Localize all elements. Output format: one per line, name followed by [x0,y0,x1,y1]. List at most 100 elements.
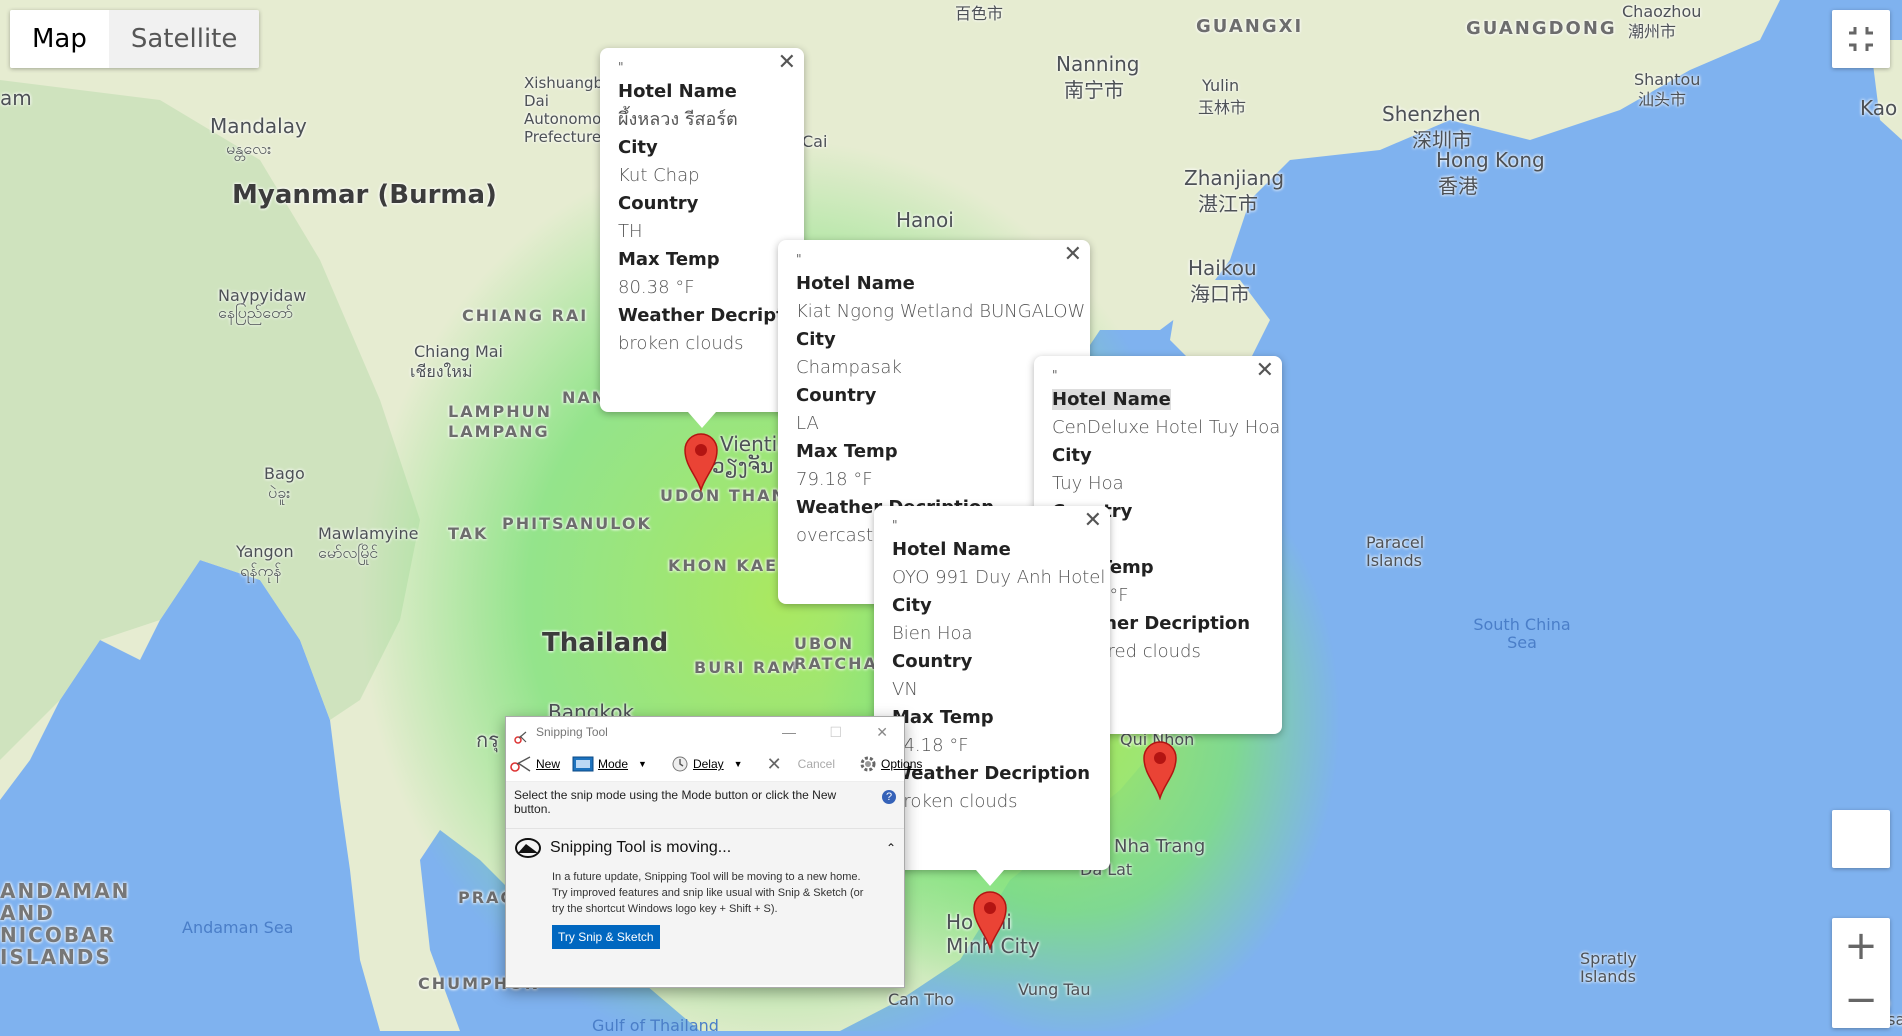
instructions-text: Select the snip mode using the Mode butt… [514,788,837,816]
map-type-satellite-button[interactable]: Satellite [108,10,260,68]
info-window: ✕ " Hotel Name OYO 991 Duy Anh Hotel Cit… [874,506,1110,870]
cancel-label: Cancel [797,757,836,771]
snip-sketch-icon [515,838,541,858]
city-label: 潮州市 [1628,22,1677,41]
city-label: City [618,137,658,158]
info-window-tail [976,870,1004,886]
clock-icon [672,756,688,772]
city-label: Vung Tau [1018,980,1091,999]
zoom-in-button[interactable]: + [1844,919,1878,973]
max-temp-label: Max Temp [796,441,898,462]
city-label: กรุ [476,728,499,752]
max-temp-value: 79.18 °F [796,469,873,490]
info-quote: " [796,252,802,266]
city-label: ວຽງຈັນ [712,454,774,478]
chevron-up-icon[interactable]: ⌃ [886,841,896,855]
max-temp-value: 80.38 °F [618,277,695,298]
close-icon[interactable]: ✕ [778,50,796,75]
map-marker-pin[interactable] [972,890,1008,950]
map-type-control: Map Satellite [10,10,260,68]
hotel-name-label: Hotel Name [1052,389,1171,410]
city-label: 百色市 [955,4,1004,23]
max-temp-label: Max Temp [892,707,994,728]
info-window-tail [1146,720,1174,736]
close-icon[interactable]: ✕ [1084,508,1102,533]
moving-body: In a future update, Snipping Tool will b… [552,871,864,915]
city-label: Mawlamyine [318,524,419,543]
country-label: Country [796,385,877,406]
scissors-icon [510,756,531,772]
region-label: BURI RAM [694,658,800,677]
city-label: เชียงใหม่ [410,362,473,381]
city-label: Nanning [1056,52,1140,76]
options-label: Options [881,757,923,771]
city-label: 湛江市 [1198,192,1258,216]
city-label: City [1052,445,1092,466]
hotel-name-value: Kiat Ngong Wetland BUNGALOW [796,301,1086,322]
weather-value: broken clouds [892,791,1018,812]
map-type-map-button[interactable]: Map [10,10,109,68]
hotel-name-value: OYO 991 Duy Anh Hotel [892,567,1106,588]
snipping-tool-titlebar[interactable]: Snipping Tool — ☐ ✕ [506,717,904,747]
info-quote: " [1052,368,1058,382]
hotel-name-label: Hotel Name [796,273,915,294]
city-label: Yangon [236,542,294,561]
country-label: Country [892,651,973,672]
city-label: နေပြည်တော် [218,303,294,322]
city-label: Mandalay [210,114,307,138]
water-label: Andaman Sea [182,918,294,937]
water-label: South China Sea [1473,615,1571,652]
country-label: Country [618,193,699,214]
region-label: TAK [448,524,489,543]
island-label: Spratly Islands [1580,949,1637,986]
mode-label: Mode [598,757,629,771]
zoom-out-button[interactable]: − [1844,973,1878,1027]
city-label: Cai [802,132,828,151]
help-icon[interactable]: ? [882,790,896,804]
new-button[interactable]: New [510,755,560,773]
region-label: LAMPHUN [448,402,552,421]
close-icon[interactable]: ✕ [1064,242,1082,267]
island-label: Paracel Islands [1366,533,1425,570]
fullscreen-button[interactable] [1832,10,1890,68]
mode-button[interactable]: Mode ▼ [572,756,659,772]
delay-button[interactable]: Delay ▼ [671,755,755,773]
new-label: New [536,757,561,771]
city-label: Chiang Mai [414,342,503,361]
city-label: ပဲခူး [268,483,291,502]
region-label: UBON RATCHATHANI [794,634,943,673]
region-label: PHITSANULOK [502,514,652,533]
maximize-icon[interactable]: ☐ [829,717,842,747]
pegman-button[interactable] [1832,810,1890,868]
max-temp-label: Max Temp [618,249,720,270]
map-marker-pin[interactable] [1142,740,1178,800]
region-label: UDON THANI [660,486,795,505]
snipping-tool-window: Snipping Tool — ☐ ✕ New Mode ▼ Delay ▼ ✕… [505,716,922,988]
city-value: Tuy Hoa [1052,473,1124,494]
city-label: 玉林市 [1198,98,1247,117]
region-label: ANDAMAN AND NICOBAR ISLANDS [0,879,131,969]
city-label: Xishuangbanna Dai Autonomous Prefecture [524,74,641,146]
city-label: 汕头市 [1638,90,1687,109]
cancel-x-icon: ✕ [766,753,782,774]
hotel-name-value: CenDeluxe Hotel Tuy Hoa [1052,417,1281,438]
city-label: Shenzhen [1382,102,1481,126]
chevron-down-icon: ▼ [638,759,647,769]
map-marker-pin[interactable] [683,432,719,492]
moving-notice: Snipping Tool is moving... ⌃ In a future… [506,828,904,985]
city-label: 香港 [1438,174,1478,198]
city-label: မော်လမြိုင် [318,543,379,562]
options-button[interactable]: Options [859,755,922,773]
hotel-name-value: ผึ้งหลวง รีสอร์ต [618,109,738,130]
delay-label: Delay [692,757,724,771]
hotel-name-label: Hotel Name [892,539,1011,560]
minimize-icon[interactable]: — [782,717,796,747]
city-label: မန္တလေး [226,139,272,158]
country-label: Myanmar (Burma) [232,180,497,210]
city-label: Yulin [1202,76,1240,95]
close-icon[interactable]: ✕ [876,717,888,747]
region-label: GUANGDONG [1466,18,1617,39]
cancel-button[interactable]: ✕ Cancel [767,754,847,775]
try-snip-sketch-button[interactable]: Try Snip & Sketch [552,925,660,949]
close-icon[interactable]: ✕ [1256,358,1274,383]
